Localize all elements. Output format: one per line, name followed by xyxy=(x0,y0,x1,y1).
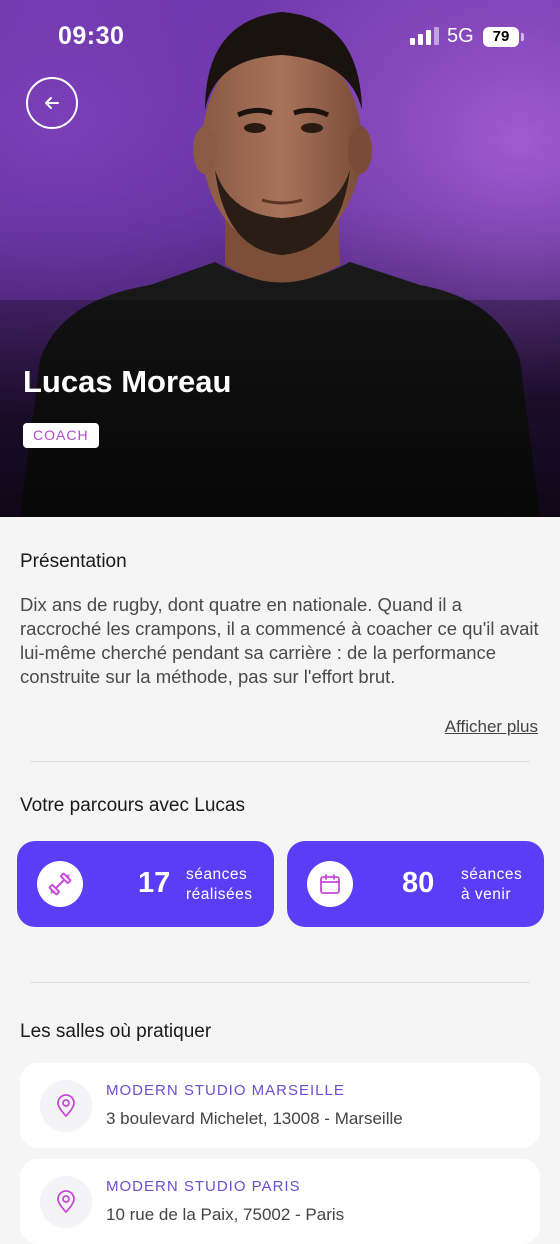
presentation-title: Présentation xyxy=(20,551,127,572)
signal-icon xyxy=(410,27,439,45)
gyms-title: Les salles où pratiquer xyxy=(20,1021,212,1042)
battery-tip xyxy=(521,33,524,41)
gym-name: MODERN STUDIO PARIS xyxy=(106,1178,301,1195)
dumbbell-icon xyxy=(48,872,72,896)
role-badge: COACH xyxy=(23,423,99,448)
status-bar: 09:30 5G 79 xyxy=(0,0,560,74)
gym-address: 10 rue de la Paix, 75002 - Paris xyxy=(106,1205,345,1224)
location-pin-icon xyxy=(57,1094,75,1118)
stat-card-completed: 17 séances réalisées xyxy=(17,841,274,927)
stat-card-upcoming: 80 séances à venir xyxy=(287,841,544,927)
arrow-left-icon xyxy=(45,97,59,109)
divider xyxy=(30,982,530,983)
stat-label: séances réalisées xyxy=(186,866,253,903)
location-pin-icon xyxy=(57,1190,75,1214)
network-type: 5G xyxy=(447,25,474,47)
calendar-icon xyxy=(320,874,340,894)
divider xyxy=(30,761,530,762)
gym-name: MODERN STUDIO MARSEILLE xyxy=(106,1082,345,1099)
status-time: 09:30 xyxy=(58,22,125,50)
stat-value: 17 xyxy=(138,867,171,899)
gym-card[interactable]: MODERN STUDIO PARIS 10 rue de la Paix, 7… xyxy=(20,1159,540,1244)
stat-value: 80 xyxy=(402,867,435,899)
journey-title: Votre parcours avec Lucas xyxy=(20,795,245,816)
stat-label: séances à venir xyxy=(461,866,523,903)
battery-icon: 79 xyxy=(483,27,519,47)
gym-address: 3 boulevard Michelet, 13008 - Marseille xyxy=(106,1109,403,1128)
coach-hero: 09:30 5G 79 Lucas Moreau COACH xyxy=(0,0,560,517)
show-more-link[interactable]: Afficher plus xyxy=(445,717,538,737)
gym-card[interactable]: MODERN STUDIO MARSEILLE 3 boulevard Mich… xyxy=(20,1063,540,1148)
coach-name: Lucas Moreau xyxy=(23,364,232,399)
back-button[interactable] xyxy=(26,77,78,129)
presentation-text: Dix ans de rugby, dont quatre en nationa… xyxy=(20,594,539,687)
